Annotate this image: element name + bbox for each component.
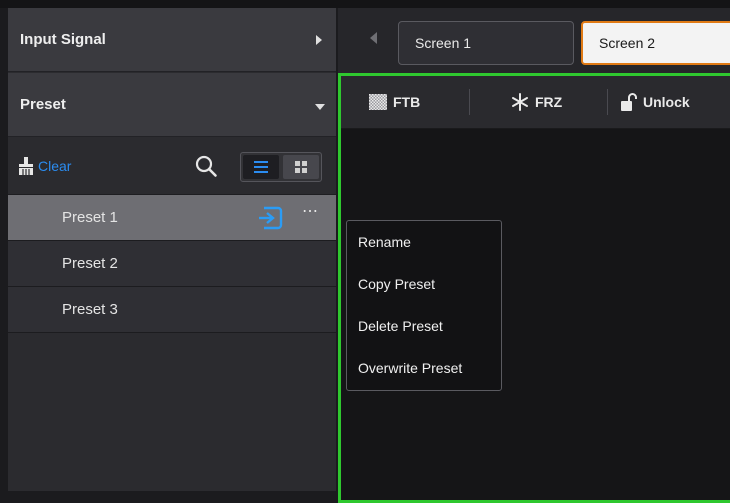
menu-item-rename[interactable]: Rename xyxy=(358,234,411,250)
screen-tabs: Screen 1 Screen 2 xyxy=(338,8,730,76)
ftb-icon xyxy=(369,94,387,110)
ftb-button[interactable]: FTB xyxy=(369,76,420,128)
view-toggle xyxy=(240,152,322,182)
input-signal-title: Input Signal xyxy=(20,31,106,48)
menu-item-copy-preset[interactable]: Copy Preset xyxy=(358,276,435,292)
preset-label: Preset 2 xyxy=(62,255,118,272)
grid-view-icon xyxy=(295,161,307,173)
tab-screen-2[interactable]: Screen 2 xyxy=(581,21,730,65)
grid-view-button[interactable] xyxy=(283,155,319,179)
left-panel: Input Signal Preset Clear Preset 1 ⋯ Pre… xyxy=(8,8,336,491)
preset-row[interactable]: Preset 3 xyxy=(8,287,336,333)
more-icon[interactable]: ⋯ xyxy=(302,201,328,227)
list-view-icon xyxy=(254,161,268,173)
input-signal-header[interactable]: Input Signal xyxy=(8,8,336,72)
clear-button[interactable]: Clear xyxy=(18,154,71,178)
ftb-label: FTB xyxy=(393,94,421,110)
preset-label: Preset 1 xyxy=(62,209,118,226)
menu-item-delete-preset[interactable]: Delete Preset xyxy=(358,318,443,334)
preset-toolbar: Clear xyxy=(8,138,336,195)
search-icon[interactable] xyxy=(194,154,218,178)
broom-icon xyxy=(19,157,33,175)
preset-row[interactable]: Preset 2 xyxy=(8,241,336,287)
preset-label: Preset 3 xyxy=(62,301,118,318)
screen-toolbar: FTB FRZ Unlock xyxy=(341,76,730,129)
menu-item-overwrite-preset[interactable]: Overwrite Preset xyxy=(358,360,462,376)
unlock-label: Unlock xyxy=(643,94,690,110)
scroll-left-icon[interactable] xyxy=(370,32,377,44)
unlock-icon xyxy=(621,93,637,111)
frz-label: FRZ xyxy=(535,94,563,110)
preset-row[interactable]: Preset 1 ⋯ xyxy=(8,195,336,241)
frz-button[interactable]: FRZ xyxy=(511,76,562,128)
top-strip xyxy=(0,0,730,8)
toolbar-divider xyxy=(607,89,608,115)
list-view-button[interactable] xyxy=(243,155,279,179)
snowflake-icon xyxy=(512,93,528,111)
toolbar-divider xyxy=(469,89,470,115)
recall-icon[interactable] xyxy=(256,204,284,232)
clear-label: Clear xyxy=(38,158,72,174)
preset-context-menu: Rename Copy Preset Delete Preset Overwri… xyxy=(346,220,502,391)
unlock-button[interactable]: Unlock xyxy=(621,76,690,128)
preset-header[interactable]: Preset xyxy=(8,73,336,137)
tab-screen-1[interactable]: Screen 1 xyxy=(398,21,574,65)
preset-title: Preset xyxy=(20,96,66,113)
chevron-down-icon xyxy=(315,104,325,110)
chevron-right-icon xyxy=(316,35,322,45)
